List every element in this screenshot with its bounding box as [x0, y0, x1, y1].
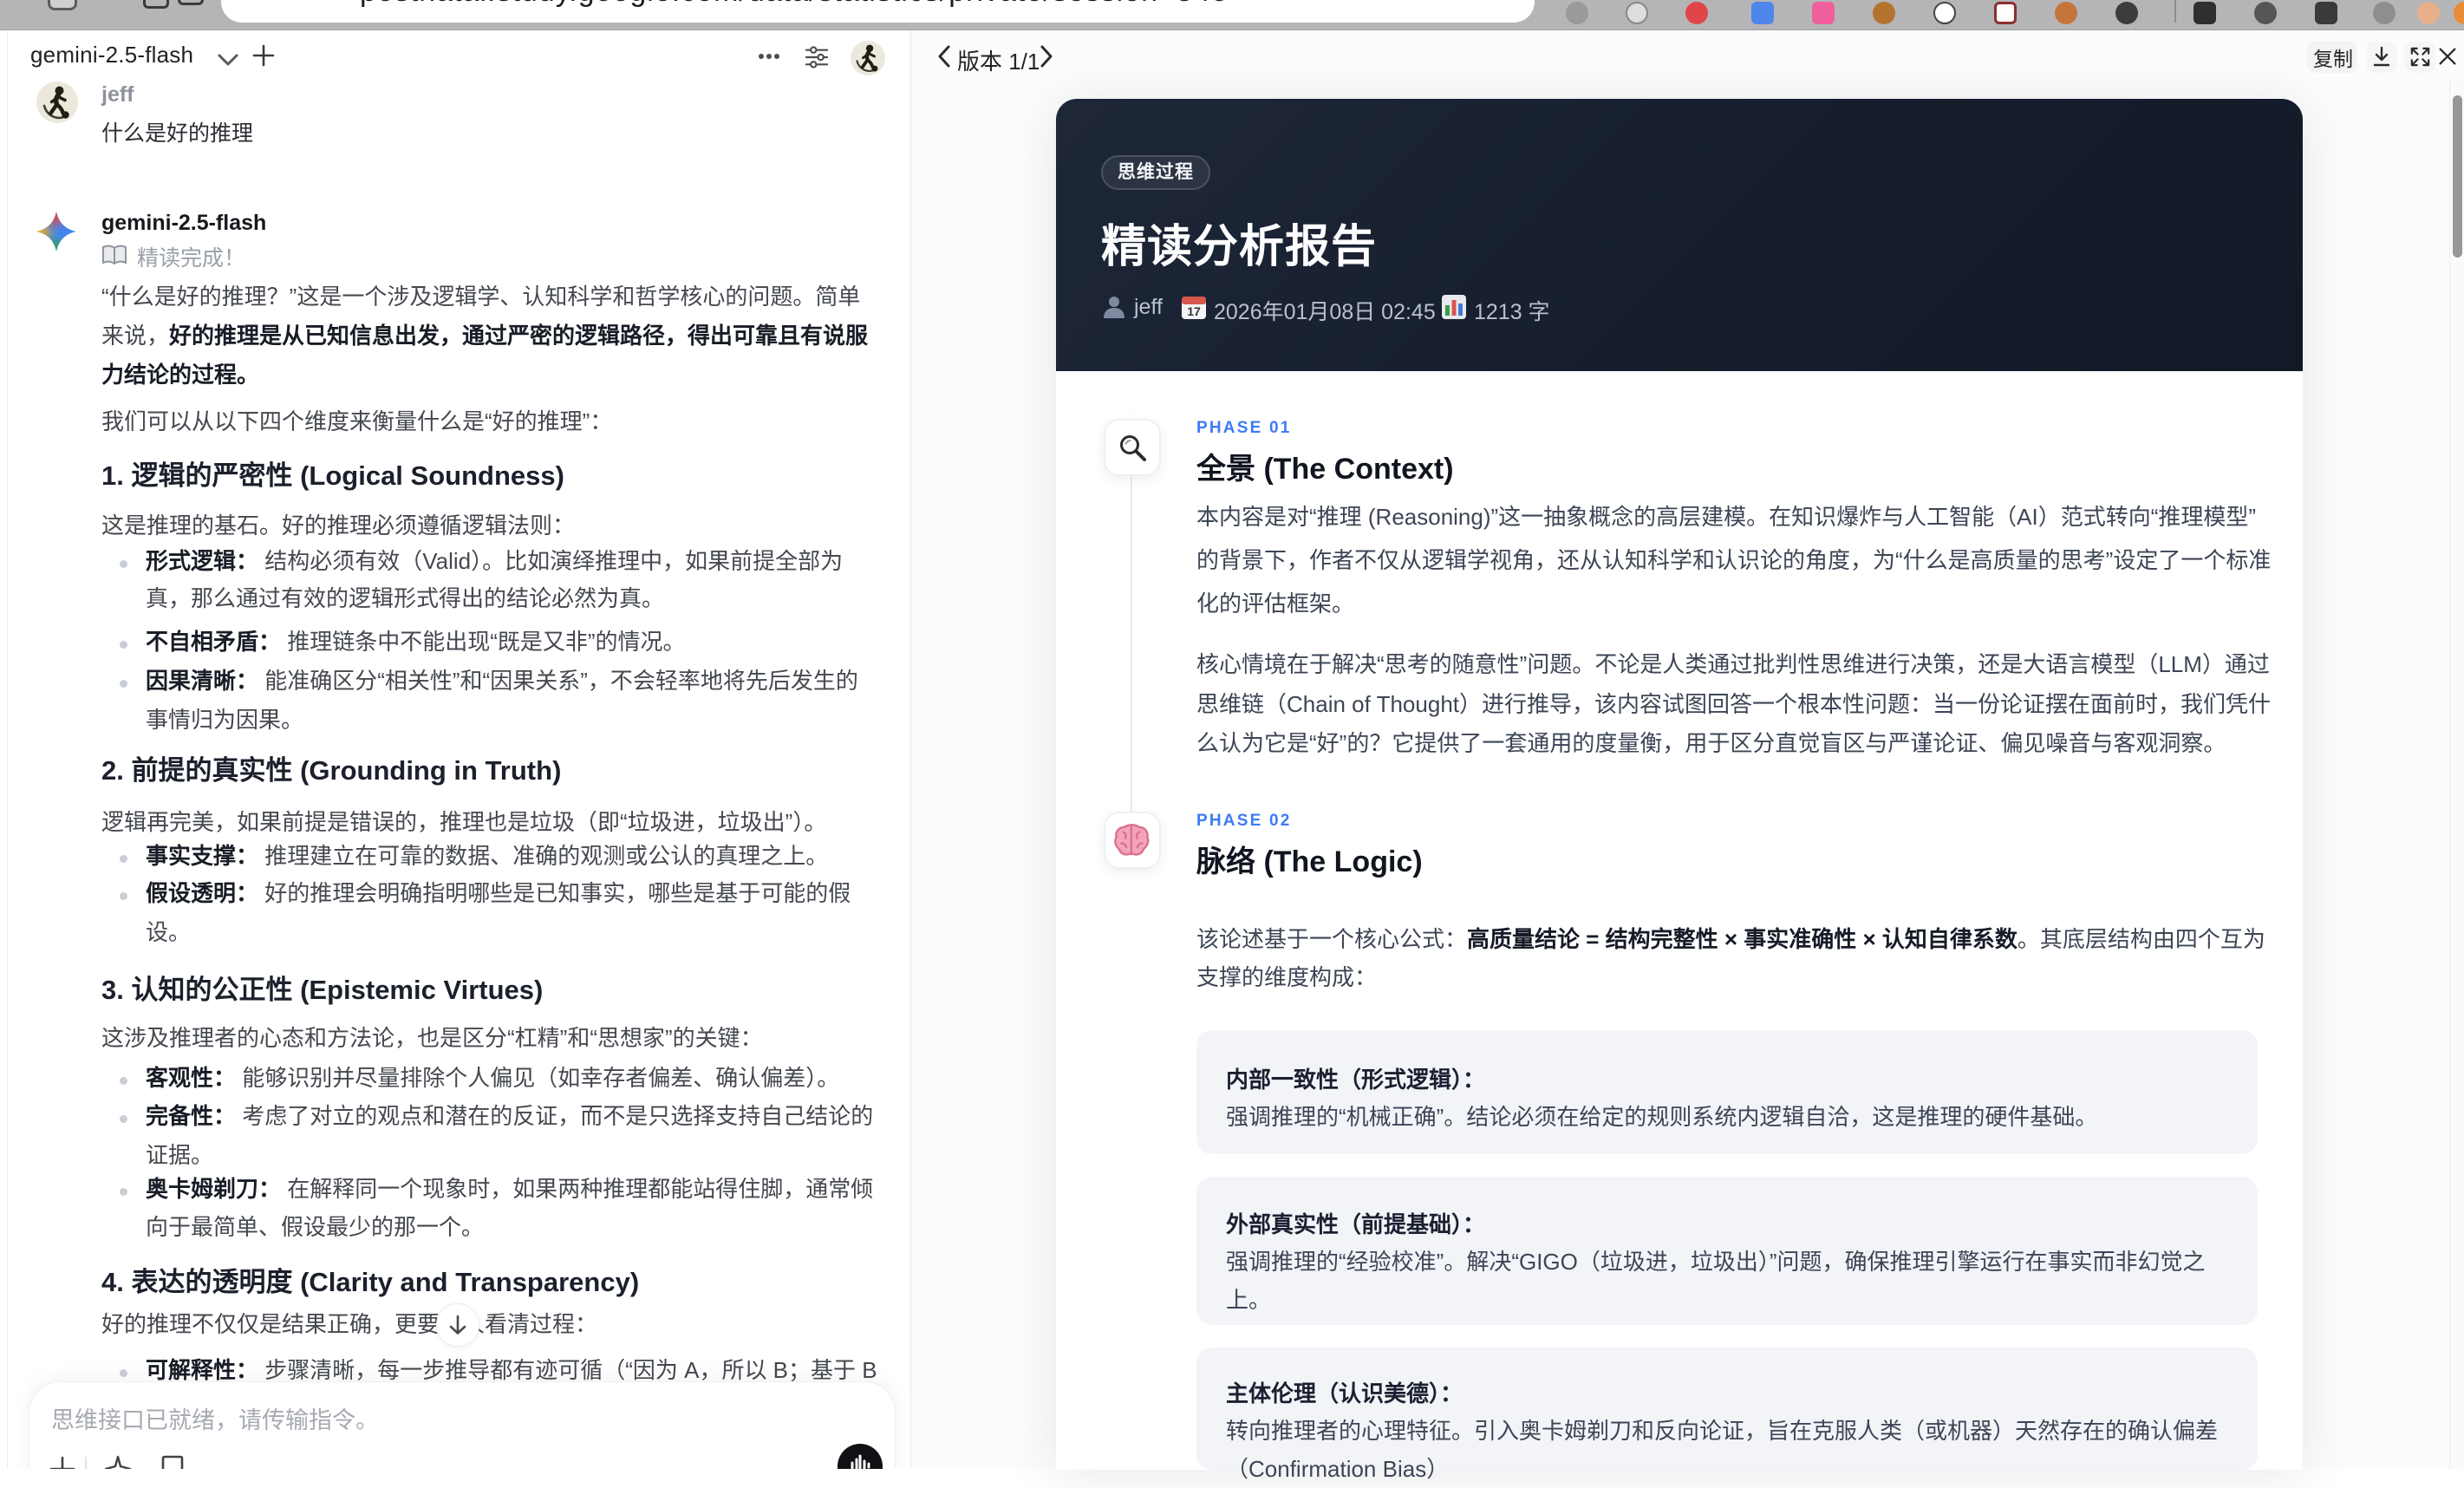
svg-text:17: 17 — [1187, 304, 1201, 318]
